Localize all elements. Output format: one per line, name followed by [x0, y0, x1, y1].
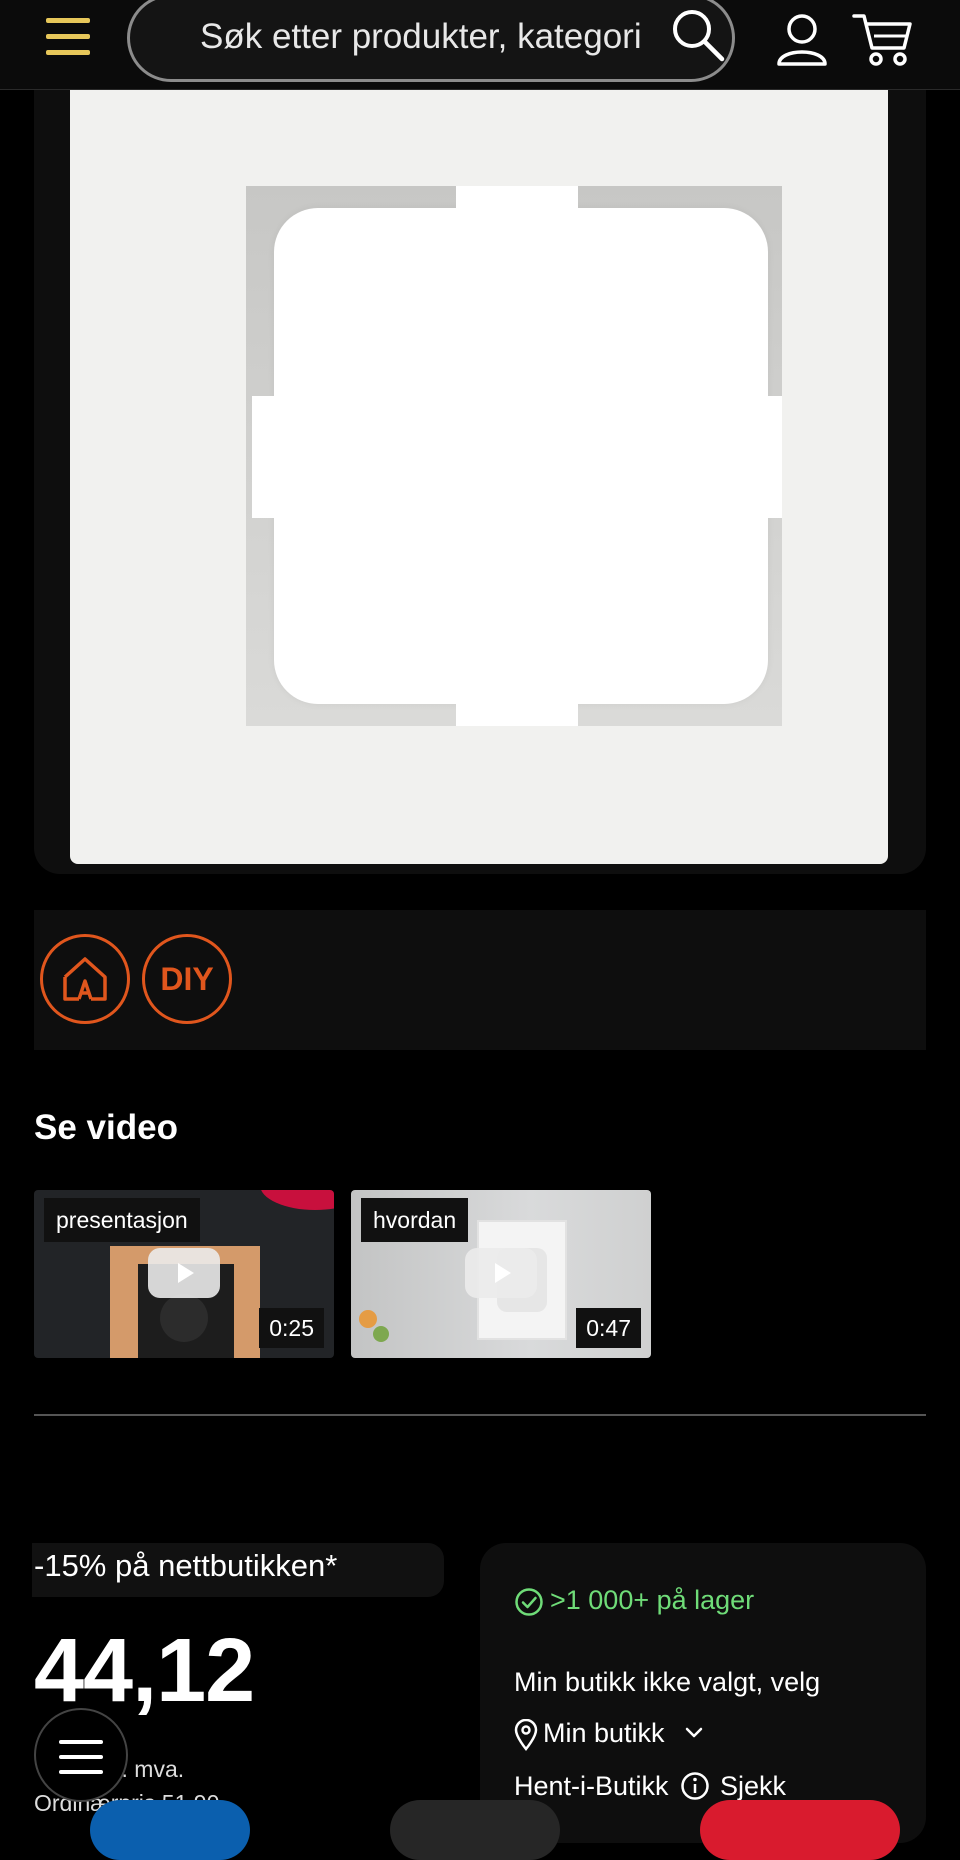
promo-text: -15% på nettbutikken* — [34, 1548, 338, 1583]
video-label: presentasjon — [44, 1198, 200, 1242]
stock-status: >1 000+ på lager — [550, 1585, 755, 1615]
user-icon[interactable] — [774, 12, 830, 68]
play-icon[interactable] — [465, 1248, 537, 1298]
location-pin-icon — [514, 1719, 538, 1751]
bottom-action-button[interactable] — [390, 1800, 560, 1860]
diy-badge[interactable]: DIY — [142, 934, 232, 1024]
frame-clip-left — [252, 396, 288, 518]
frame-clip-bottom — [456, 690, 578, 726]
bottom-action-button[interactable] — [90, 1800, 250, 1860]
my-store-selector[interactable]: Min butikk — [543, 1718, 665, 1749]
top-header — [0, 0, 960, 90]
video-label: hvordan — [361, 1198, 469, 1242]
search-input[interactable] — [198, 11, 642, 63]
frame-insert — [274, 208, 768, 704]
frame-clip-right — [746, 396, 782, 518]
product-price: 44,12 — [34, 1621, 255, 1721]
video-presentation[interactable]: presentasjon 0:25 — [34, 1190, 334, 1358]
video-howto[interactable]: hvordan 0:47 — [351, 1190, 651, 1358]
product-image-card — [34, 90, 926, 874]
video-section-title: Se video — [34, 1108, 178, 1147]
video-thumbnail — [373, 1326, 389, 1342]
feature-badges: DIY — [34, 910, 926, 1050]
add-to-cart-button[interactable] — [700, 1800, 900, 1860]
floating-menu-icon[interactable] — [34, 1708, 128, 1802]
video-thumbnail — [160, 1294, 208, 1342]
play-icon[interactable] — [148, 1248, 220, 1298]
pickup-label: Hent-i-Butikk — [514, 1771, 669, 1801]
info-icon[interactable] — [680, 1771, 710, 1801]
check-stock-link[interactable]: Sjekk — [720, 1771, 786, 1802]
search-bar[interactable] — [127, 0, 735, 82]
video-duration: 0:25 — [259, 1308, 324, 1348]
video-duration: 0:47 — [576, 1308, 641, 1348]
house-badge-icon[interactable] — [40, 934, 130, 1024]
product-image-switch-frame[interactable] — [70, 90, 888, 864]
check-circle-icon — [515, 1588, 543, 1616]
chevron-down-icon[interactable] — [683, 1725, 705, 1741]
video-thumbnail — [359, 1310, 377, 1328]
cart-icon[interactable] — [852, 10, 914, 68]
hamburger-menu-icon[interactable] — [44, 16, 94, 58]
frame-clip-top — [456, 186, 578, 226]
search-icon[interactable] — [670, 7, 726, 63]
diy-badge-label: DIY — [160, 961, 214, 997]
store-prompt: Min butikk ikke valgt, velg — [514, 1667, 821, 1697]
video-thumbnail — [260, 1190, 334, 1210]
section-divider — [34, 1414, 926, 1416]
